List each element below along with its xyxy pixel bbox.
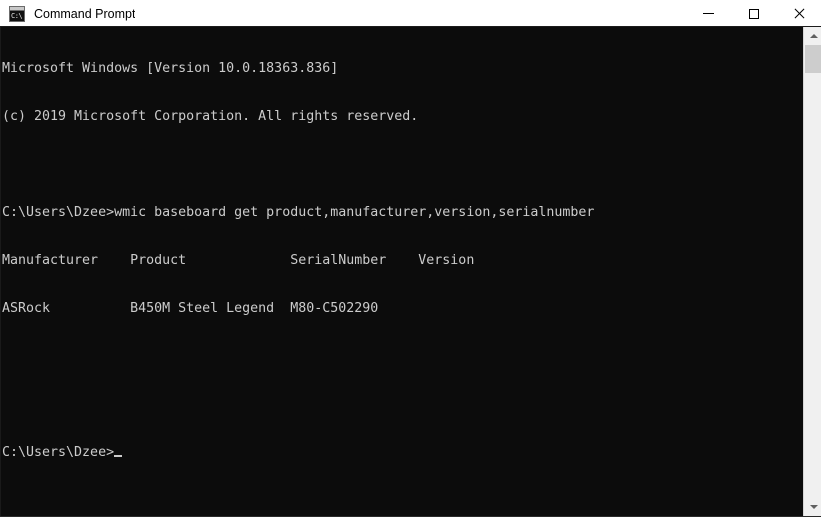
scrollbar-track[interactable]: [805, 45, 821, 498]
chevron-up-icon: [809, 34, 818, 38]
terminal-output-area[interactable]: Microsoft Windows [Version 10.0.18363.83…: [0, 27, 803, 516]
terminal-command-line: C:\Users\Dzee>wmic baseboard get product…: [2, 205, 595, 220]
window-controls: [686, 0, 821, 27]
terminal-prompt-line: C:\Users\Dzee>: [2, 445, 803, 461]
minimize-button[interactable]: [686, 0, 731, 27]
scroll-up-arrow[interactable]: [805, 27, 821, 45]
terminal-cursor: [114, 455, 123, 457]
window-title: Command Prompt: [34, 6, 136, 21]
terminal-line: (c) 2019 Microsoft Corporation. All righ…: [2, 109, 419, 124]
terminal-text: Microsoft Windows [Version 10.0.18363.83…: [0, 27, 803, 493]
terminal-prompt: C:\Users\Dzee>: [2, 445, 115, 460]
maximize-icon: [748, 8, 759, 19]
terminal-table-header: Manufacturer Product SerialNumber Versio…: [2, 253, 475, 268]
window-left-edge: [0, 27, 1, 517]
command-prompt-icon: C:\: [9, 5, 25, 22]
titlebar-left-group: C:\ Command Prompt: [0, 5, 686, 22]
command-prompt-window: C:\ Command Prompt Microsoft Windows [Ve…: [0, 0, 821, 517]
minimize-icon: [703, 13, 714, 14]
terminal-table-row: ASRock B450M Steel Legend M80-C502290: [2, 301, 379, 316]
close-icon: [793, 8, 805, 20]
vertical-scrollbar[interactable]: [803, 27, 821, 516]
icon-prompt-text: C:\: [10, 10, 24, 21]
window-titlebar[interactable]: C:\ Command Prompt: [0, 0, 821, 27]
close-button[interactable]: [776, 0, 821, 27]
maximize-button[interactable]: [731, 0, 776, 27]
terminal-line: Microsoft Windows [Version 10.0.18363.83…: [2, 61, 339, 76]
scroll-down-arrow[interactable]: [805, 498, 821, 516]
chevron-down-icon: [809, 505, 818, 509]
scrollbar-thumb[interactable]: [805, 45, 821, 73]
